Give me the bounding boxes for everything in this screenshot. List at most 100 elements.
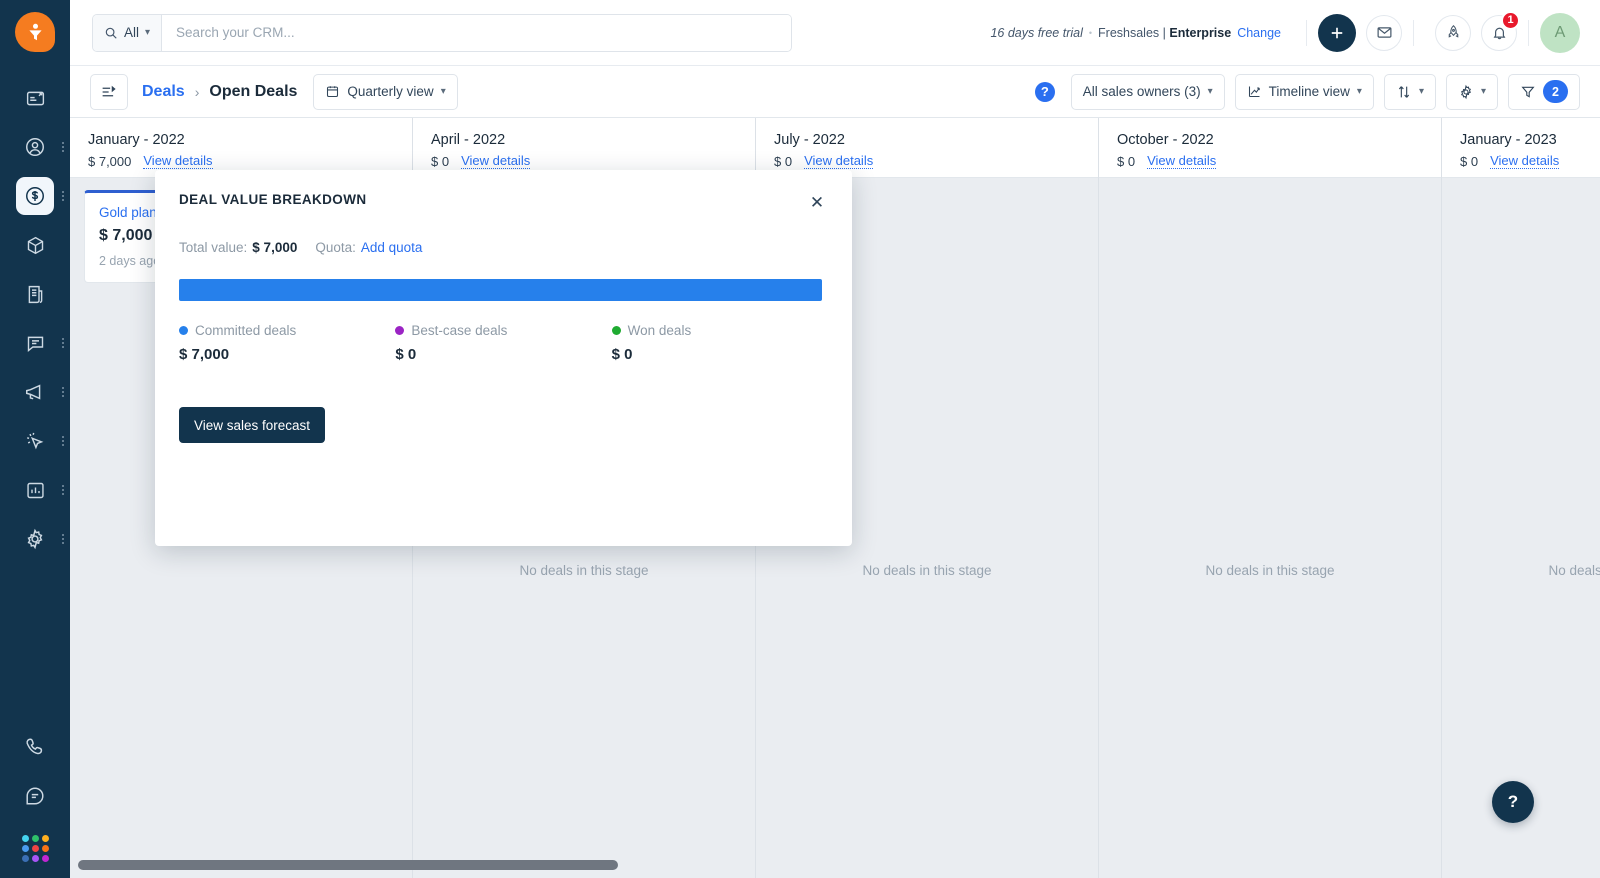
sales-owners-label: All sales owners (3) bbox=[1082, 84, 1201, 99]
sales-owners-dropdown[interactable]: All sales owners (3) ▾ bbox=[1070, 73, 1225, 110]
quota-label: Quota: bbox=[315, 240, 356, 255]
display-view-label: Timeline view bbox=[1268, 84, 1350, 99]
column-header: April - 2022 $ 0 View details bbox=[413, 118, 755, 178]
breadcrumb-separator: › bbox=[194, 83, 200, 100]
chevron-down-icon: ▾ bbox=[1207, 86, 1213, 97]
deal-value-breakdown-modal: DEAL VALUE BREAKDOWN ✕ Total value: $ 7,… bbox=[155, 170, 852, 546]
add-quota-link[interactable]: Add quota bbox=[361, 240, 423, 255]
sidebar-item-reports[interactable] bbox=[0, 466, 70, 514]
deal-value-bar bbox=[179, 279, 822, 301]
help-fab-button[interactable]: ? bbox=[1492, 781, 1534, 823]
view-sales-forecast-button[interactable]: View sales forecast bbox=[179, 407, 326, 443]
column-header: January - 2022 $ 7,000 View details bbox=[70, 118, 412, 178]
kebab-menu-icon[interactable] bbox=[62, 436, 64, 446]
avatar[interactable]: A bbox=[1540, 12, 1580, 53]
trial-status: 16 days free trial • Freshsales | Enterp… bbox=[990, 26, 1281, 40]
kebab-menu-icon[interactable] bbox=[62, 485, 64, 495]
view-details-link[interactable]: View details bbox=[1490, 153, 1560, 169]
chevron-down-icon: ▾ bbox=[145, 27, 151, 38]
search-scope-dropdown[interactable]: All ▾ bbox=[93, 14, 163, 51]
divider bbox=[1306, 19, 1307, 46]
app-switcher-icon[interactable] bbox=[21, 835, 49, 862]
app-root: All ▾ 16 days free trial • Freshsales | … bbox=[0, 0, 1600, 878]
page-toolbar: Deals › Open Deals Quarterly view ▾ ? Al… bbox=[70, 66, 1600, 118]
scrollbar-thumb[interactable] bbox=[78, 860, 618, 870]
column-header: January - 2023 $ 0 View details bbox=[1442, 118, 1600, 178]
help-icon[interactable]: ? bbox=[1034, 81, 1055, 102]
sidebar-item-automations[interactable] bbox=[0, 417, 70, 465]
sort-dropdown[interactable]: ▾ bbox=[1383, 73, 1436, 110]
kebab-menu-icon[interactable] bbox=[62, 191, 64, 201]
whats-new-rocket-button[interactable] bbox=[1435, 14, 1471, 51]
toolbar-actions: ? All sales owners (3) ▾ Timeline view ▾ bbox=[1034, 73, 1580, 110]
column-title: January - 2023 bbox=[1460, 132, 1557, 148]
notifications-button[interactable]: 1 bbox=[1481, 10, 1520, 51]
freshsales-logo[interactable] bbox=[15, 12, 55, 52]
modal-header: DEAL VALUE BREAKDOWN ✕ bbox=[179, 192, 828, 214]
modal-title: DEAL VALUE BREAKDOWN bbox=[179, 192, 367, 207]
legend-dot-won bbox=[611, 326, 621, 335]
view-details-link[interactable]: View details bbox=[1147, 153, 1217, 169]
column-title: January - 2022 bbox=[88, 132, 185, 148]
search-input[interactable] bbox=[162, 14, 791, 51]
total-value-amount: $ 7,000 bbox=[252, 240, 298, 255]
header-right-cluster: 16 days free trial • Freshsales | Enterp… bbox=[990, 10, 1600, 53]
view-details-link[interactable]: View details bbox=[143, 153, 213, 169]
calendar-icon bbox=[325, 84, 340, 99]
column-body[interactable]: No deals in this stage bbox=[1099, 178, 1441, 878]
legend-dot-best-case bbox=[395, 326, 405, 335]
empty-state-label: No deals in this stage bbox=[862, 563, 992, 578]
kebab-menu-icon[interactable] bbox=[62, 387, 64, 397]
legend-item-best-case: Best-case deals $ 0 bbox=[395, 323, 611, 363]
empty-state-label: No deals in this stage bbox=[1205, 563, 1335, 578]
sidebar-item-settings[interactable] bbox=[0, 515, 70, 563]
sidebar-item-conversations[interactable] bbox=[0, 319, 70, 367]
view-details-link[interactable]: View details bbox=[804, 153, 874, 169]
global-search[interactable]: All ▾ bbox=[92, 13, 792, 52]
page-title: Open Deals bbox=[209, 82, 298, 100]
phone-icon bbox=[16, 728, 54, 766]
board-settings-dropdown[interactable]: ▾ bbox=[1445, 73, 1498, 110]
settings-gear-icon bbox=[16, 520, 54, 558]
kebab-menu-icon[interactable] bbox=[62, 142, 64, 152]
sidebar-item-campaigns[interactable] bbox=[0, 368, 70, 416]
board-column: October - 2022 $ 0 View details No deals… bbox=[1099, 118, 1442, 878]
filter-button[interactable]: 2 bbox=[1508, 73, 1580, 110]
modal-summary: Total value: $ 7,000 Quota: Add quota bbox=[179, 240, 828, 255]
close-icon[interactable]: ✕ bbox=[806, 192, 828, 214]
sidebar-item-documents[interactable] bbox=[0, 270, 70, 318]
board-horizontal-scrollbar[interactable] bbox=[70, 860, 1600, 870]
documents-icon bbox=[16, 275, 54, 313]
products-icon bbox=[16, 226, 54, 264]
conversations-icon bbox=[16, 324, 54, 362]
breadcrumb-deals[interactable]: Deals bbox=[142, 83, 185, 101]
legend-label-won: Won deals bbox=[627, 323, 692, 338]
add-new-button[interactable] bbox=[1318, 13, 1356, 52]
sidebar-item-dashboard[interactable] bbox=[0, 74, 70, 122]
filter-icon bbox=[1520, 84, 1536, 100]
column-title: April - 2022 bbox=[431, 132, 506, 148]
email-button[interactable] bbox=[1366, 14, 1402, 51]
column-amount: $ 0 bbox=[774, 153, 793, 169]
legend-value-won: $ 0 bbox=[611, 346, 633, 363]
legend-item-won: Won deals $ 0 bbox=[611, 323, 828, 363]
filter-count-badge: 2 bbox=[1543, 80, 1568, 103]
display-view-dropdown[interactable]: Timeline view ▾ bbox=[1234, 73, 1374, 110]
sidebar-item-phone[interactable] bbox=[0, 723, 70, 771]
sidebar-item-deals[interactable] bbox=[0, 172, 70, 220]
toggle-sidepanel-button[interactable] bbox=[90, 73, 128, 110]
period-view-dropdown[interactable]: Quarterly view ▾ bbox=[313, 73, 458, 110]
kebab-menu-icon[interactable] bbox=[62, 338, 64, 348]
sidebar-item-chat[interactable] bbox=[0, 772, 70, 820]
notification-badge: 1 bbox=[1501, 10, 1520, 30]
kebab-menu-icon[interactable] bbox=[62, 534, 64, 544]
view-details-link[interactable]: View details bbox=[461, 153, 531, 169]
sidebar-item-contacts[interactable] bbox=[0, 123, 70, 171]
sort-icon bbox=[1396, 84, 1412, 100]
sidebar-item-products[interactable] bbox=[0, 221, 70, 269]
change-plan-link[interactable]: Change bbox=[1237, 26, 1281, 40]
trial-days-label: 16 days free trial bbox=[990, 25, 1083, 40]
column-body[interactable]: No deals in this stage bbox=[1442, 178, 1600, 878]
empty-state-label: No deals in this stage bbox=[1548, 563, 1600, 578]
breadcrumb: Deals › Open Deals bbox=[142, 83, 297, 101]
